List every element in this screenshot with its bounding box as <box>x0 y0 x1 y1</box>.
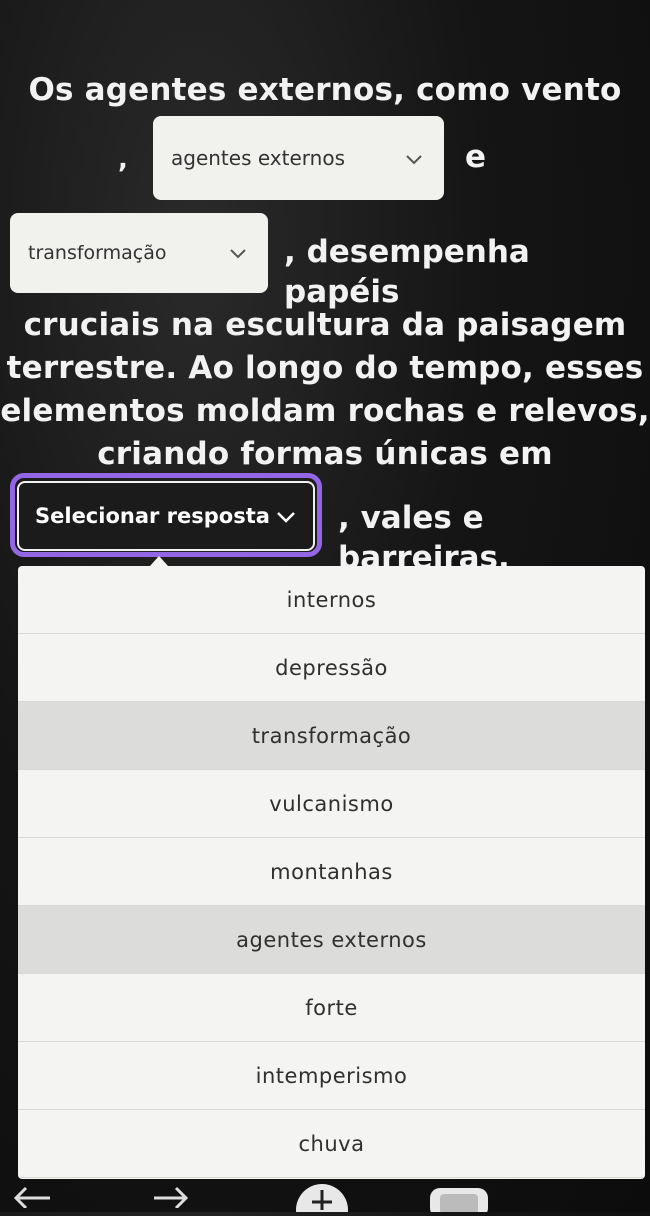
dropdown-1-value: agentes externos <box>171 146 345 170</box>
sentence-comma: , <box>118 145 128 175</box>
dropdown-3-placeholder: Selecionar resposta <box>35 504 270 528</box>
answer-dropdown-3[interactable]: Selecionar resposta <box>17 481 315 551</box>
chevron-down-icon <box>277 504 295 528</box>
sentence-line-3: cruciais na escultura da paisagem <box>23 307 627 343</box>
option-vulcanismo[interactable]: vulcanismo <box>18 770 645 838</box>
option-depressao[interactable]: depressão <box>18 634 645 702</box>
bottom-toolbar <box>0 1180 650 1216</box>
option-agentes-externos[interactable]: agentes externos <box>18 906 645 974</box>
answer-dropdown-2[interactable]: transformação <box>10 213 268 293</box>
menu-pointer <box>150 556 168 566</box>
sentence-line-4: terrestre. Ao longo do tempo, esses <box>6 350 644 386</box>
chevron-down-icon <box>406 146 422 170</box>
sentence-continuation: , desempenha papéis <box>284 234 530 310</box>
option-internos[interactable]: internos <box>18 566 645 634</box>
plus-icon[interactable] <box>292 1180 352 1216</box>
chevron-down-icon <box>230 242 246 264</box>
option-forte[interactable]: forte <box>18 974 645 1042</box>
option-transformacao[interactable]: transformação <box>18 702 645 770</box>
arrow-left-icon[interactable] <box>10 1184 54 1212</box>
window-icon[interactable] <box>426 1182 492 1216</box>
dropdown-options-menu: internos depressão transformação vulcani… <box>18 566 645 1179</box>
sentence-line-5: elementos moldam rochas e relevos, <box>0 393 650 429</box>
sentence-line-1: Os agentes externos, como vento <box>28 72 622 108</box>
option-montanhas[interactable]: montanhas <box>18 838 645 906</box>
dropdown-2-value: transformação <box>28 242 167 264</box>
option-chuva[interactable]: chuva <box>18 1110 645 1178</box>
option-intemperismo[interactable]: intemperismo <box>18 1042 645 1110</box>
arrow-right-icon[interactable] <box>152 1184 192 1212</box>
sentence-line-6: criando formas únicas em <box>97 436 553 472</box>
sentence-connector-e: e <box>465 139 487 175</box>
answer-dropdown-1[interactable]: agentes externos <box>153 116 444 200</box>
